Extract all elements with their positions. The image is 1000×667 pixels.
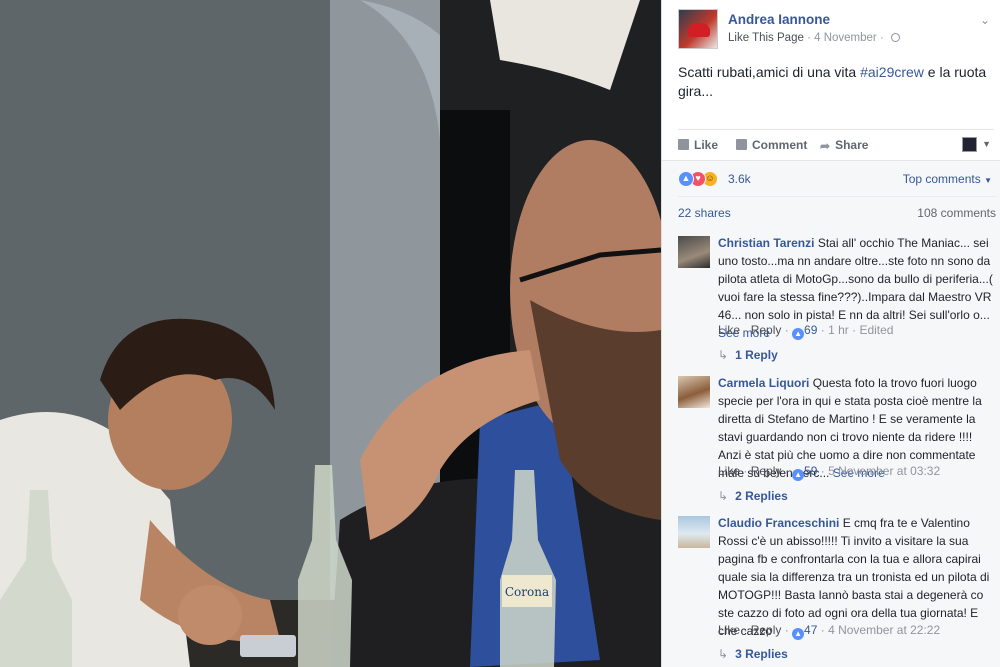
comment-reply-link[interactable]: Reply — [751, 623, 782, 637]
replies-label: 3 Replies — [735, 647, 788, 661]
comment-reply-link[interactable]: Reply — [751, 464, 782, 478]
chevron-down-icon[interactable]: ⌄ — [980, 13, 990, 27]
commenter-avatar[interactable] — [678, 516, 710, 548]
replies-label: 2 Replies — [735, 489, 788, 503]
share-icon: ➦ — [820, 139, 831, 153]
replies-label: 1 Reply — [735, 348, 778, 362]
commenter-avatar[interactable] — [678, 376, 710, 408]
view-replies-link[interactable]: ↳ 1 Reply — [718, 348, 778, 362]
like-icon: ▲ — [792, 628, 805, 640]
view-replies-link[interactable]: ↳ 3 Replies — [718, 647, 788, 661]
comment-footer: Like · Reply · ▲ 47 · 4 November at 22:22 — [718, 623, 941, 640]
like-page-link[interactable]: Like This Page — [728, 32, 804, 44]
comment-button[interactable]: Comment — [736, 138, 807, 152]
comments-count[interactable]: 108 comments — [917, 206, 996, 220]
comment-item: Carmela Liquori Questa foto la trovo fuo… — [678, 376, 996, 516]
shares-link[interactable]: 22 shares — [678, 206, 731, 220]
globe-icon — [890, 33, 900, 42]
top-comments-label: Top comments — [902, 172, 981, 186]
comment-like-count[interactable]: 69 — [804, 323, 817, 337]
commenter-avatar[interactable] — [678, 236, 710, 268]
bottle-label: Corona — [505, 585, 549, 599]
comment-like-link[interactable]: Like — [718, 623, 740, 637]
comment-reply-link[interactable]: Reply — [751, 323, 782, 337]
comment-author[interactable]: Christian Tarenzi — [718, 236, 814, 250]
hashtag-link[interactable]: #ai29crew — [860, 64, 924, 80]
comment-like-link[interactable]: Like — [718, 464, 740, 478]
chevron-down-icon[interactable]: ▼ — [982, 139, 991, 149]
page-name[interactable]: Andrea Iannone — [728, 12, 830, 27]
post-side-panel: Andrea Iannone Like This Page · 4 Novemb… — [661, 0, 1000, 667]
comment-label: Comment — [752, 138, 808, 152]
reaction-count[interactable]: 3.6k — [728, 172, 751, 186]
post-date[interactable]: 4 November — [814, 32, 877, 44]
meta-dot-2: · — [879, 32, 887, 44]
comment-like-count[interactable]: 59 — [804, 464, 817, 478]
reactions-icons[interactable]: ▲ ♥ ☺ — [678, 171, 724, 187]
comment-time[interactable]: 4 November at 22:22 — [828, 623, 940, 637]
post-caption: Scatti rubati,amici di una vita #ai29cre… — [678, 63, 988, 101]
reply-arrow-icon: ↳ — [718, 348, 729, 362]
like-icon: ▲ — [792, 328, 805, 340]
comment-author[interactable]: Carmela Liquori — [718, 376, 809, 390]
post-meta: Like This Page · 4 November · — [728, 32, 900, 44]
comment-like-count[interactable]: 47 — [804, 623, 817, 637]
reply-arrow-icon: ↳ — [718, 647, 729, 661]
page-avatar[interactable] — [678, 9, 718, 49]
viewer-avatar[interactable] — [962, 137, 977, 152]
like-label: Like — [694, 138, 719, 152]
caption-text-start: Scatti rubati,amici di una vita — [678, 64, 861, 80]
post-action-bar: Like Comment ➦ Share ▼ — [678, 129, 994, 159]
chevron-down-icon: ▼ — [984, 176, 992, 185]
comment-icon — [736, 139, 747, 150]
share-label: Share — [835, 138, 869, 152]
like-reaction-icon: ▲ — [678, 171, 694, 187]
reactions-row: ▲ ♥ ☺ 3.6k Top comments ▼ — [678, 169, 994, 189]
comment-like-link[interactable]: Like — [718, 323, 740, 337]
comment-body: Claudio Franceschini E cmq fra te e Vale… — [718, 514, 996, 640]
post-photo[interactable]: Corona — [0, 0, 661, 667]
like-icon — [678, 139, 689, 150]
photo-scene: Corona — [0, 0, 661, 667]
comment-footer: Like · Reply · ▲ 69 · 1 hr · Edited — [718, 323, 894, 340]
comment-item: Claudio Franceschini E cmq fra te e Vale… — [678, 516, 996, 666]
comment-footer: Like · Reply · ▲ 59 · 5 November at 03:32 — [718, 464, 941, 481]
shares-row: 22 shares 108 comments — [678, 196, 996, 226]
comment-text: E cmq fra te e Valentino Rossi c'è un ab… — [718, 516, 990, 638]
like-icon: ▲ — [792, 469, 805, 481]
comment-item: Christian Tarenzi Stai all' occhio The M… — [678, 236, 996, 376]
comment-author[interactable]: Claudio Franceschini — [718, 516, 839, 530]
post-header: Andrea Iannone Like This Page · 4 Novemb… — [678, 9, 994, 49]
share-button[interactable]: ➦ Share — [820, 138, 868, 153]
top-comments-dropdown[interactable]: Top comments ▼ — [903, 172, 992, 186]
like-button[interactable]: Like — [678, 138, 718, 152]
comment-time[interactable]: 1 hr — [828, 323, 849, 337]
feedback-section: ▲ ♥ ☺ 3.6k Top comments ▼ 22 shares 108 … — [662, 160, 1000, 667]
comment-time[interactable]: 5 November at 03:32 — [828, 464, 940, 478]
view-replies-link[interactable]: ↳ 2 Replies — [718, 489, 788, 503]
comment-edited[interactable]: Edited — [859, 323, 893, 337]
reply-arrow-icon: ↳ — [718, 489, 729, 503]
